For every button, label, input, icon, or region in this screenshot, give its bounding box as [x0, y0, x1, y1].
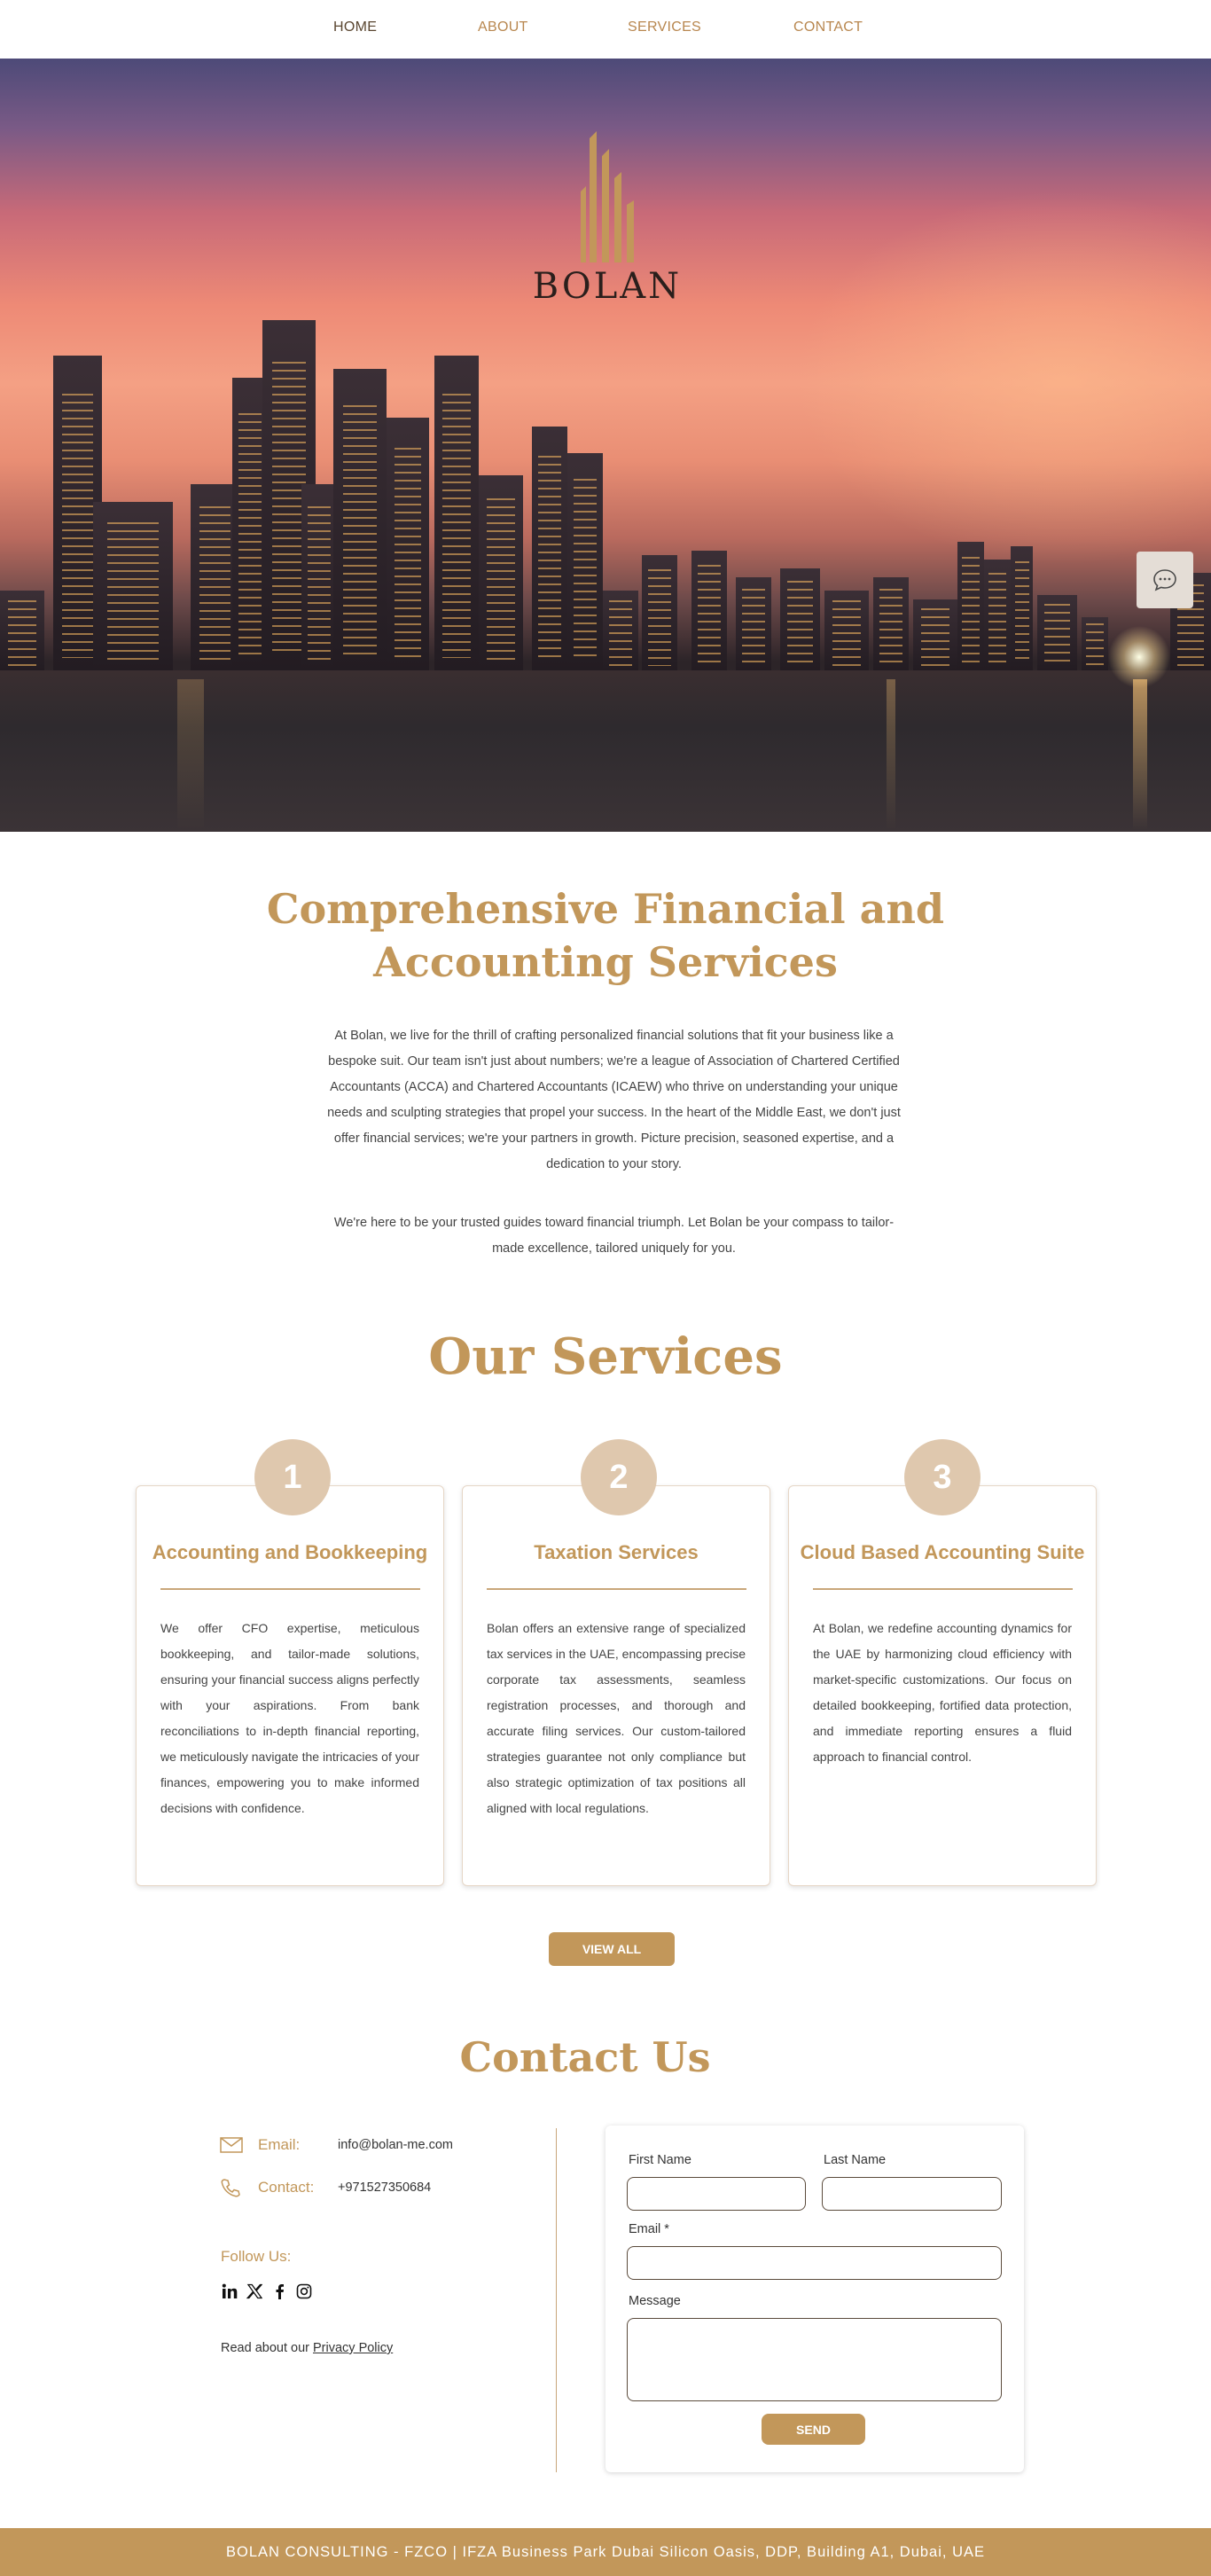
service-card-taxation: Taxation Services Bolan offers an extens… [462, 1485, 770, 1886]
phone-value[interactable]: +971527350684 [338, 2181, 431, 2195]
skyline-building [0, 591, 44, 670]
intro-paragraph-2: We're here to be your trusted guides tow… [333, 1216, 895, 1256]
last-name-field[interactable] [822, 2177, 1002, 2211]
skyline-building [532, 427, 567, 670]
skyline-building [913, 599, 957, 670]
phone-label: Contact: [258, 2179, 315, 2196]
contact-divider [556, 2128, 557, 2472]
send-button[interactable]: SEND [762, 2414, 865, 2445]
email-field[interactable] [627, 2246, 1002, 2280]
email-value[interactable]: info@bolan-me.com [338, 2138, 453, 2152]
skyline-building [984, 560, 1011, 670]
sky-glow [798, 192, 1211, 564]
service-number-badge: 3 [904, 1439, 981, 1515]
instagram-icon[interactable] [295, 2282, 313, 2300]
nav-home[interactable]: HOME [333, 20, 377, 35]
card-text: At Bolan, we redefine accounting dynamic… [813, 1621, 1072, 1764]
linkedin-icon[interactable] [221, 2282, 238, 2300]
logo-wordmark: BOLAN [532, 266, 683, 307]
intro-title: Comprehensive Financial and Accounting S… [266, 885, 945, 986]
card-text: Bolan offers an extensive range of speci… [487, 1621, 746, 1815]
skyline-building [1082, 617, 1108, 670]
service-card-accounting: Accounting and Bookkeeping We offer CFO … [136, 1485, 444, 1886]
intro-paragraph: At Bolan, we live for the thrill of craf… [327, 1029, 901, 1171]
email-field-label: Email * [629, 2222, 669, 2236]
card-divider [160, 1588, 420, 1590]
hero-banner: BOLAN [0, 59, 1211, 832]
skyline-building [567, 453, 603, 670]
skyline-building [301, 484, 337, 670]
message-label: Message [629, 2294, 681, 2308]
skyline-building [780, 568, 820, 670]
email-row: Email: info@bolan-me.com [220, 2134, 453, 2156]
x-icon[interactable] [246, 2282, 263, 2300]
skyline-building [642, 555, 677, 670]
nav-about[interactable]: ABOUT [478, 20, 528, 35]
skyline-building [434, 356, 479, 670]
first-name-field[interactable] [627, 2177, 806, 2211]
skyline-building [1011, 546, 1033, 670]
skyline-building [824, 591, 869, 670]
email-label: Email: [258, 2136, 301, 2153]
skyline-building [387, 418, 429, 670]
last-name-label: Last Name [824, 2153, 887, 2167]
privacy-policy-link[interactable]: Privacy Policy [313, 2341, 393, 2355]
follow-label: Follow Us: [221, 2248, 292, 2265]
tower-logo-icon [581, 131, 634, 262]
card-title: Accounting and Bookkeeping [152, 1541, 428, 1563]
nav-services[interactable]: SERVICES [628, 20, 701, 35]
service-number-badge: 2 [581, 1439, 657, 1515]
skyline-building [957, 542, 984, 670]
service-card-cloud: Cloud Based Accounting Suite At Bolan, w… [788, 1485, 1097, 1886]
facebook-icon[interactable] [270, 2282, 288, 2300]
bolan-logo: BOLAN [532, 129, 683, 307]
contact-form: First Name Last Name Email * Message SEN… [606, 2126, 1024, 2472]
first-name-label: First Name [629, 2153, 691, 2167]
social-links [221, 2282, 313, 2300]
water-reflection [887, 679, 895, 830]
card-divider [487, 1588, 746, 1590]
top-nav: HOME ABOUT SERVICES CONTACT [0, 0, 1211, 59]
mail-icon [220, 2137, 243, 2153]
card-divider [813, 1588, 1073, 1590]
skyline-building [1037, 595, 1077, 670]
chat-button[interactable] [1137, 552, 1193, 608]
service-number-badge: 1 [254, 1439, 331, 1515]
card-title: Cloud Based Accounting Suite [800, 1541, 1085, 1563]
privacy-prefix: Read about our [221, 2341, 313, 2355]
skyline-building [873, 577, 909, 670]
phone-icon [221, 2179, 240, 2197]
message-field[interactable] [627, 2318, 1002, 2401]
card-title: Taxation Services [534, 1541, 699, 1563]
skyline-building [603, 591, 638, 670]
phone-row: Contact: +971527350684 [220, 2177, 431, 2198]
services-title: Our Services [428, 1327, 783, 1386]
skyline-building [736, 577, 771, 670]
footer: BOLAN CONSULTING - FZCO | IFZA Business … [0, 2528, 1211, 2576]
water-reflection [1133, 679, 1147, 830]
water-reflection [177, 679, 204, 830]
view-all-button[interactable]: VIEW ALL [549, 1932, 675, 1966]
privacy-note: Read about our Privacy Policy [221, 2341, 393, 2355]
chat-bubble-icon [1153, 569, 1176, 591]
card-text: We offer CFO expertise, meticulous bookk… [160, 1621, 419, 1815]
nav-contact[interactable]: CONTACT [793, 20, 863, 35]
skyline-building [479, 475, 523, 670]
skyline-building [691, 551, 727, 670]
contact-title: Contact Us [459, 2033, 711, 2081]
skyline-building [93, 502, 173, 670]
skyline-building [333, 369, 387, 670]
